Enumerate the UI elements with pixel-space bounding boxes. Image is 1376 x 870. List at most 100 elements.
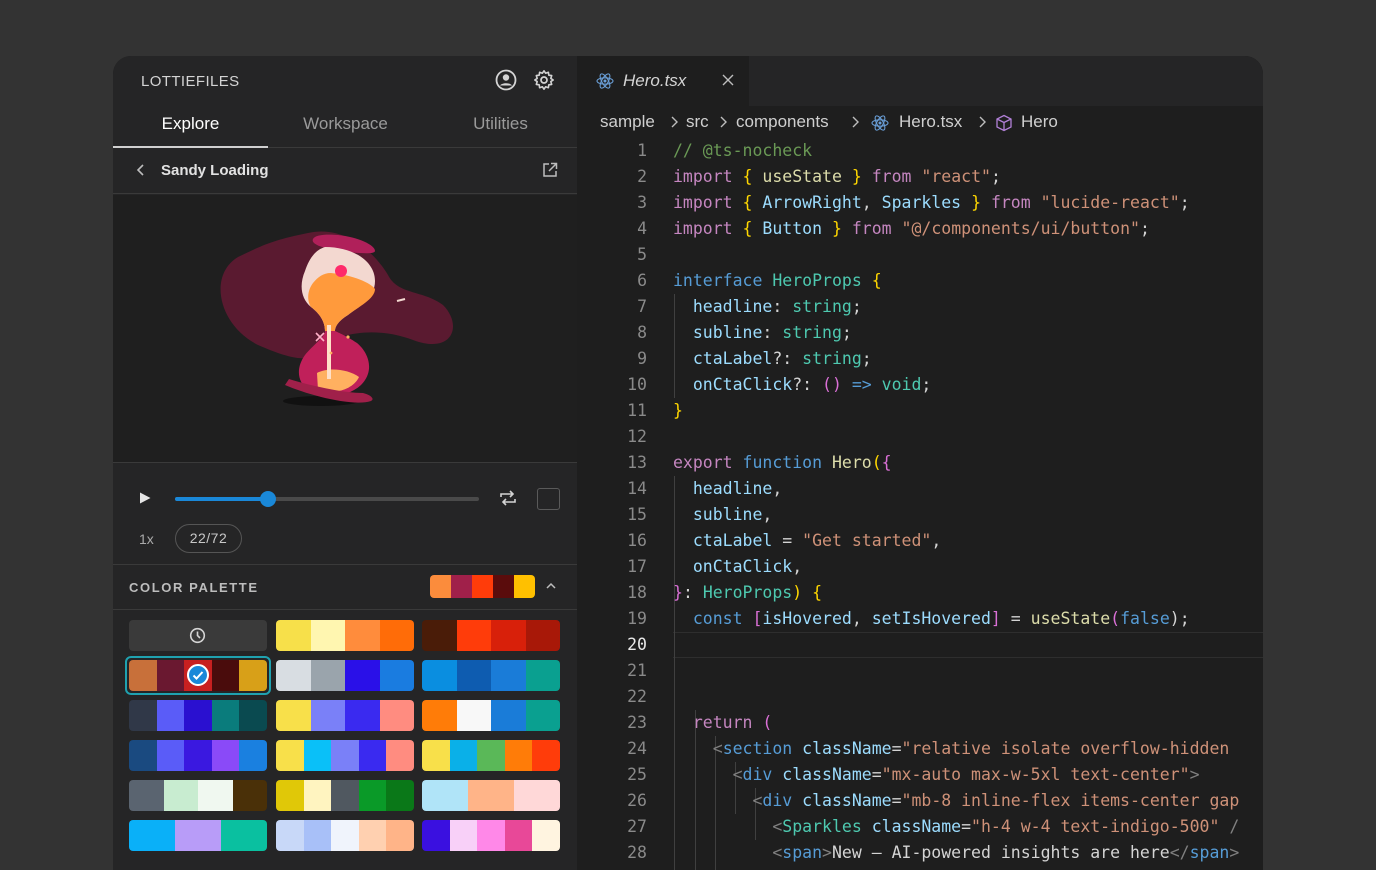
palette-swatch <box>422 740 450 771</box>
panel-tabs: Explore Workspace Utilities <box>113 104 577 148</box>
current-line-highlight <box>673 632 1263 658</box>
selected-check-icon <box>187 664 209 686</box>
external-link-icon[interactable] <box>541 161 559 179</box>
animation-preview <box>113 195 577 463</box>
palette-swatch <box>532 740 560 771</box>
code-line: return ( <box>692 713 773 732</box>
timeline-handle[interactable] <box>259 491 276 507</box>
palette-swatch <box>276 820 304 851</box>
palette-swatch <box>221 820 267 851</box>
palette-option[interactable] <box>422 660 560 691</box>
palette-swatch <box>129 700 157 731</box>
chevron-right-icon <box>979 116 986 128</box>
react-icon <box>596 73 614 89</box>
palette-swatch <box>331 740 359 771</box>
palette-swatch <box>198 780 233 811</box>
palette-option[interactable] <box>276 820 414 851</box>
palette-swatch <box>525 620 560 651</box>
palette-swatch <box>276 700 311 731</box>
palette-swatch <box>422 780 468 811</box>
palette-swatch <box>211 660 240 691</box>
palette-swatch <box>422 660 457 691</box>
line-number: 19 <box>627 609 647 628</box>
tab-utilities[interactable]: Utilities <box>423 104 578 148</box>
palette-swatch <box>129 820 175 851</box>
reset-palette-button[interactable] <box>129 620 267 651</box>
palette-option[interactable] <box>276 620 414 651</box>
palette-option[interactable] <box>276 700 414 731</box>
tab-workspace[interactable]: Workspace <box>268 104 423 148</box>
code-line: subline: string; <box>692 323 852 342</box>
line-number: 1 <box>637 141 647 160</box>
code-line: interface HeroProps { <box>673 271 882 290</box>
code-line: ctaLabel?: string; <box>692 349 872 368</box>
palette-option[interactable] <box>129 740 267 771</box>
palette-swatch <box>358 820 387 851</box>
palette-option[interactable] <box>422 740 560 771</box>
palette-option[interactable] <box>422 820 560 851</box>
palette-option[interactable] <box>422 780 560 811</box>
palette-swatch <box>504 820 533 851</box>
palette-swatch <box>184 740 212 771</box>
line-number: 16 <box>627 531 647 550</box>
palette-option[interactable] <box>276 780 414 811</box>
palette-swatch <box>532 820 560 851</box>
palette-swatch <box>129 740 157 771</box>
palette-option[interactable] <box>422 700 560 731</box>
hourglass-illustration <box>220 231 453 406</box>
react-icon <box>871 115 889 131</box>
gear-icon[interactable] <box>533 69 555 91</box>
line-number: 13 <box>627 453 647 472</box>
playback-speed[interactable]: 1x <box>139 531 154 547</box>
code-area[interactable]: 1 2 3 4 5 6 7 8 9 10 11 12 13 14 15 16 17 18 19 20 21 22 23 24 2… <box>577 138 1263 870</box>
breadcrumb-components[interactable]: components <box>736 112 829 132</box>
line-number: 24 <box>627 739 647 758</box>
account-icon[interactable] <box>495 69 517 91</box>
palette-swatch <box>175 820 221 851</box>
color-palette-header[interactable]: COLOR PALETTE <box>113 564 577 610</box>
play-icon[interactable] <box>137 490 153 506</box>
breadcrumb-symbol[interactable]: Hero <box>1021 112 1058 132</box>
app-window: LOTTIEFILES Explore Workspace Utilities … <box>113 56 1263 870</box>
line-number: 21 <box>627 661 647 680</box>
editor-tabs: Hero.tsx <box>577 56 1263 106</box>
chevron-up-icon[interactable] <box>544 579 558 593</box>
breadcrumb-file[interactable]: Hero.tsx <box>899 112 962 132</box>
palette-swatch <box>303 780 332 811</box>
palette-option[interactable] <box>129 780 267 811</box>
frame-counter[interactable]: 22/72 <box>175 524 242 553</box>
palette-option[interactable] <box>422 620 560 651</box>
chevron-left-icon[interactable] <box>133 161 149 179</box>
palette-swatch <box>331 780 359 811</box>
loop-icon[interactable] <box>498 489 518 507</box>
line-number: 18 <box>627 583 647 602</box>
palette-option[interactable] <box>276 660 414 691</box>
palette-swatch <box>276 740 304 771</box>
line-number: 14 <box>627 479 647 498</box>
palette-swatch <box>422 700 457 731</box>
palette-option[interactable] <box>276 740 414 771</box>
close-icon[interactable] <box>721 73 735 87</box>
line-number: 3 <box>637 193 647 212</box>
palette-swatch <box>386 740 414 771</box>
breadcrumb-src[interactable]: src <box>686 112 709 132</box>
timeline-slider[interactable] <box>175 491 479 507</box>
palette-swatch <box>468 780 514 811</box>
tab-explore[interactable]: Explore <box>113 104 268 148</box>
breadcrumb-sample[interactable]: sample <box>600 112 655 132</box>
palette-swatch <box>491 620 526 651</box>
background-color-button[interactable] <box>537 488 560 510</box>
palette-option[interactable] <box>129 700 267 731</box>
line-number: 7 <box>637 297 647 316</box>
animation-header: Sandy Loading <box>113 148 577 194</box>
current-palette-preview <box>430 575 535 598</box>
palette-swatch <box>386 780 414 811</box>
line-number: 20 <box>627 635 647 654</box>
line-number: 8 <box>637 323 647 342</box>
palette-option[interactable] <box>129 820 267 851</box>
palette-swatch <box>456 660 491 691</box>
palette-swatch <box>379 620 414 651</box>
file-tab-hero[interactable]: Hero.tsx <box>577 56 749 106</box>
palette-swatch <box>493 575 514 598</box>
line-number: 2 <box>637 167 647 186</box>
